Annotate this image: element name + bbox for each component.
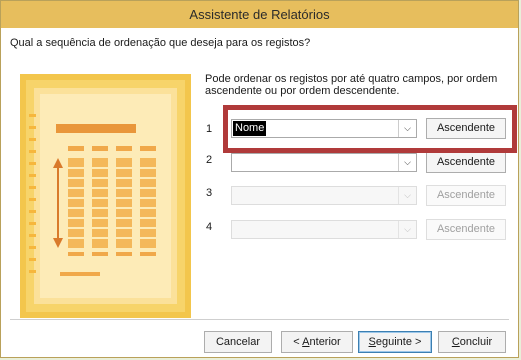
chevron-down-icon[interactable]: ⌵ [398, 154, 416, 171]
next-button-accel: S [368, 336, 376, 348]
cancel-button[interactable]: Cancelar [204, 331, 272, 353]
sort-row-4-number: 4 [206, 221, 213, 233]
report-sort-illustration [20, 74, 191, 318]
chevron-down-icon: ⌵ [398, 221, 416, 238]
back-button-label: nterior [309, 336, 341, 348]
sort-row-2-number: 2 [206, 154, 213, 166]
back-button-accel: A [302, 336, 310, 348]
chevron-down-icon: ⌵ [398, 187, 416, 204]
sort-field-2-value [233, 155, 237, 157]
sort-field-4-combobox: ⌵ [231, 220, 417, 239]
sort-field-3-value [233, 188, 237, 190]
sort-field-2-combobox[interactable]: ⌵ [231, 153, 417, 172]
report-wizard-window: Assistente de Relatórios Qual a sequênci… [0, 0, 519, 358]
window-title: Assistente de Relatórios [1, 1, 518, 28]
sort-order-3-button: Ascendente [426, 185, 506, 206]
finish-button-label: oncluir [459, 336, 493, 348]
finish-button[interactable]: Concluir [438, 331, 506, 353]
footer-divider [10, 319, 509, 320]
sort-field-4-value [233, 222, 237, 224]
instruction-text: Pode ordenar os registos por até quatro … [205, 73, 498, 97]
back-button-prefix: < [293, 336, 303, 348]
back-button[interactable]: < Anterior [281, 331, 353, 353]
sort-order-4-button: Ascendente [426, 219, 506, 240]
sort-row-3-number: 3 [206, 187, 213, 199]
sort-row-1-number: 1 [206, 123, 213, 135]
sort-field-3-combobox: ⌵ [231, 186, 417, 205]
question-text: Qual a sequência de ordenação que deseja… [10, 37, 311, 49]
annotation-highlight-box [223, 105, 517, 153]
sort-order-2-button[interactable]: Ascendente [426, 152, 506, 173]
next-button[interactable]: Seguinte > [358, 331, 432, 353]
next-button-label: eguinte > [375, 336, 422, 348]
finish-button-accel: C [451, 336, 460, 348]
